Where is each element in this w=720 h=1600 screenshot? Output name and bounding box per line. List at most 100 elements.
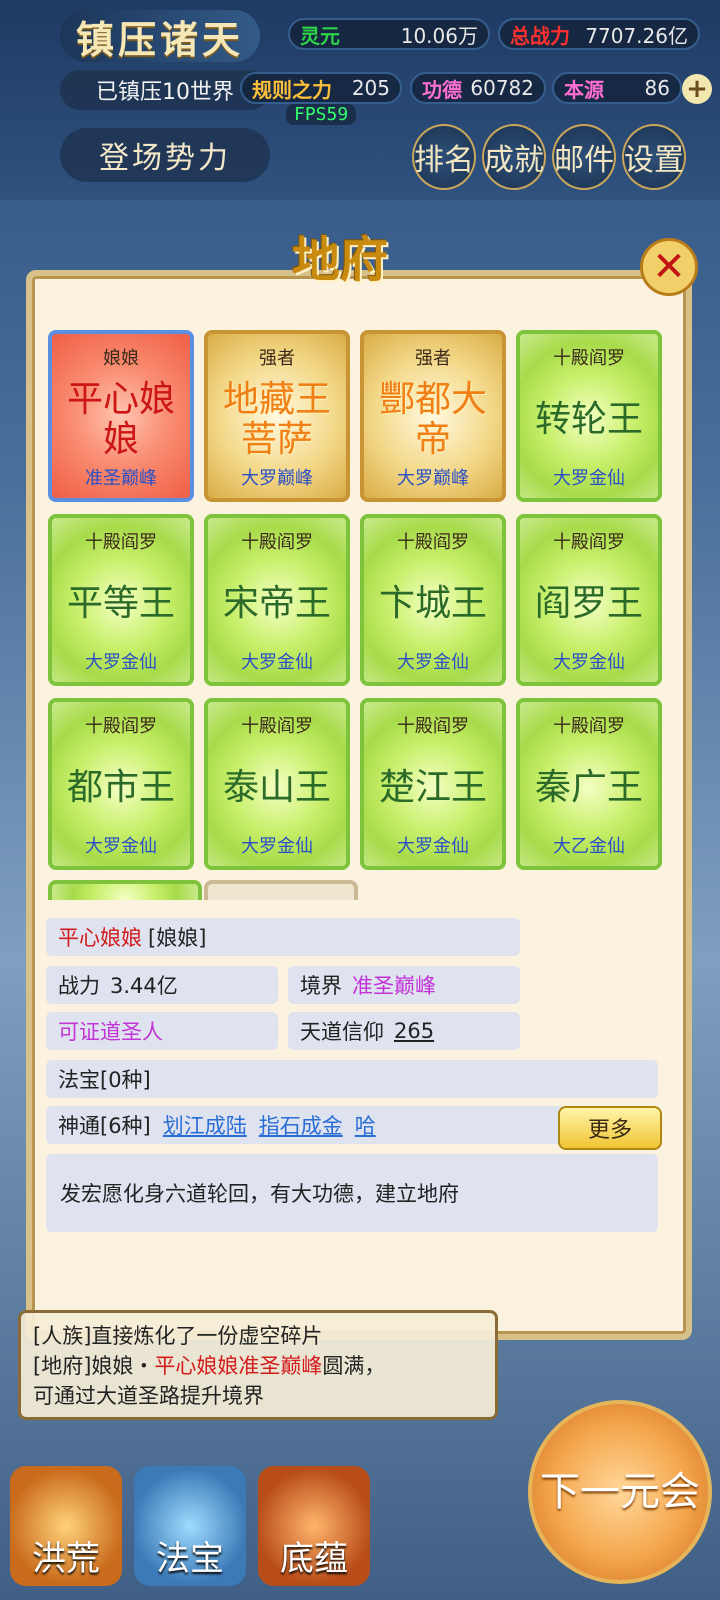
card-title: 强者 bbox=[259, 348, 295, 369]
card-title: 娘娘 bbox=[103, 348, 139, 369]
stat-merit: 功德 60782 bbox=[410, 72, 546, 104]
add-origin-button[interactable]: + bbox=[682, 74, 712, 104]
card-realm: 大罗金仙 bbox=[553, 468, 625, 489]
settings-button[interactable]: 设置 bbox=[622, 124, 686, 190]
log-line: [人族]直接炼化了一份虚空碎片 bbox=[33, 1324, 323, 1348]
character-card[interactable]: 十殿阎罗 都市王 大罗金仙 bbox=[48, 698, 194, 870]
card-title: 十殿阎罗 bbox=[397, 532, 469, 553]
card-title: 十殿阎罗 bbox=[85, 716, 157, 737]
faith-label: 天道信仰 bbox=[300, 1020, 384, 1044]
stat-value: 60782 bbox=[470, 76, 534, 100]
detail-power-row: 战力 3.44亿 bbox=[46, 966, 278, 1004]
realm-value: 准圣巅峰 bbox=[352, 974, 436, 998]
card-realm: 大罗金仙 bbox=[85, 836, 157, 857]
forces-button[interactable]: 登场势力 bbox=[60, 128, 270, 182]
card-realm: 大乙金仙 bbox=[553, 836, 625, 857]
detail-description: 发宏愿化身六道轮回，有大功德，建立地府 bbox=[46, 1154, 658, 1232]
mail-button[interactable]: 邮件 bbox=[552, 124, 616, 190]
log-line: 可通过大道圣路提升境界 bbox=[33, 1384, 264, 1408]
card-name: 酆都大帝 bbox=[378, 379, 487, 460]
card-name: 楚江王 bbox=[378, 767, 487, 808]
detail-name: 平心娘娘 bbox=[58, 926, 142, 950]
character-card[interactable]: 十殿阎罗 秦广王 大乙金仙 bbox=[516, 698, 662, 870]
card-realm: 大罗巅峰 bbox=[397, 468, 469, 489]
character-card[interactable]: 十殿阎罗 楚江王 大罗金仙 bbox=[360, 698, 506, 870]
achievement-button[interactable]: 成就 bbox=[482, 124, 546, 190]
world-title: 镇压诸天 bbox=[60, 10, 260, 62]
ranking-button[interactable]: 排名 bbox=[412, 124, 476, 190]
log-suffix: 圆满， bbox=[322, 1354, 386, 1378]
character-card[interactable]: 十殿阎罗 转轮王 大罗金仙 bbox=[516, 330, 662, 502]
detail-tag: [娘娘] bbox=[148, 926, 207, 950]
card-realm: 准圣巅峰 bbox=[85, 468, 157, 489]
card-name: 转轮王 bbox=[534, 399, 643, 440]
card-title: 十殿阎罗 bbox=[397, 716, 469, 737]
fps-counter: FPS59 bbox=[286, 104, 357, 125]
power-value: 3.44亿 bbox=[110, 974, 178, 998]
card-title: 十殿阎罗 bbox=[85, 532, 157, 553]
card-name: 泰山王 bbox=[222, 767, 331, 808]
character-card[interactable]: 十殿阎罗 泰山王 大罗金仙 bbox=[204, 698, 350, 870]
card-title: 十殿阎罗 bbox=[241, 532, 313, 553]
honghuang-button[interactable]: 洪荒 bbox=[10, 1466, 122, 1586]
power-label: 战力 bbox=[58, 974, 100, 998]
stat-value: 7707.26亿 bbox=[585, 23, 688, 48]
diyun-button[interactable]: 底蕴 bbox=[258, 1466, 370, 1586]
treasure-count: 法宝[0种] bbox=[58, 1068, 151, 1092]
card-title: 十殿阎罗 bbox=[553, 532, 625, 553]
stat-label: 灵元 bbox=[300, 23, 340, 48]
skill-link[interactable]: 划江成陆 bbox=[163, 1110, 247, 1140]
card-name: 平等王 bbox=[66, 583, 175, 624]
character-card[interactable]: 强者 地藏王菩萨 大罗巅峰 bbox=[204, 330, 350, 502]
character-card-partial[interactable] bbox=[204, 880, 358, 900]
card-name: 地藏王菩萨 bbox=[222, 379, 331, 460]
card-name: 宋帝王 bbox=[222, 583, 331, 624]
detail-faith-row: 天道信仰 265 bbox=[288, 1012, 520, 1050]
detail-sage-row: 可证道圣人 bbox=[46, 1012, 278, 1050]
card-realm: 大罗金仙 bbox=[241, 836, 313, 857]
character-card[interactable]: 娘娘 平心娘娘 准圣巅峰 bbox=[48, 330, 194, 502]
stat-label: 规则之力 bbox=[252, 77, 332, 102]
character-card[interactable]: 十殿阎罗 卞城王 大罗金仙 bbox=[360, 514, 506, 686]
card-name: 阎罗王 bbox=[534, 583, 643, 624]
card-name: 秦广王 bbox=[534, 767, 643, 808]
sage-status: 可证道圣人 bbox=[58, 1020, 163, 1044]
character-card[interactable]: 十殿阎罗 阎罗王 大罗金仙 bbox=[516, 514, 662, 686]
card-realm: 大罗金仙 bbox=[241, 652, 313, 673]
card-title: 十殿阎罗 bbox=[553, 348, 625, 369]
detail-name-row: 平心娘娘 [娘娘] bbox=[46, 918, 520, 956]
stat-origin: 本源 86 bbox=[552, 72, 682, 104]
stat-total-power: 总战力 7707.26亿 bbox=[498, 18, 700, 50]
log-prefix: [地府]娘娘・ bbox=[33, 1354, 155, 1378]
faith-value: 265 bbox=[394, 1019, 435, 1043]
character-card-partial[interactable] bbox=[48, 880, 202, 900]
detail-realm-row: 境界 准圣巅峰 bbox=[288, 966, 520, 1004]
event-log: [人族]直接炼化了一份虚空碎片 [地府]娘娘・平心娘娘准圣巅峰圆满， 可通过大道… bbox=[18, 1310, 498, 1420]
stat-label: 总战力 bbox=[510, 23, 570, 48]
stat-value: 10.06万 bbox=[400, 23, 478, 48]
next-era-button[interactable]: 下一元会 bbox=[528, 1400, 712, 1584]
dialog-title: 地府 bbox=[291, 232, 388, 288]
character-card[interactable]: 十殿阎罗 宋帝王 大罗金仙 bbox=[204, 514, 350, 686]
character-card[interactable]: 强者 酆都大帝 大罗巅峰 bbox=[360, 330, 506, 502]
card-realm: 大罗金仙 bbox=[553, 652, 625, 673]
card-name: 卞城王 bbox=[378, 583, 487, 624]
card-name: 都市王 bbox=[66, 767, 175, 808]
skill-link[interactable]: 哈 bbox=[355, 1110, 376, 1140]
log-highlight: 平心娘娘准圣巅峰 bbox=[154, 1354, 323, 1378]
close-icon[interactable]: ✕ bbox=[640, 238, 698, 296]
stat-lingyuan: 灵元 10.06万 bbox=[288, 18, 490, 50]
skill-link[interactable]: 指石成金 bbox=[259, 1110, 343, 1140]
stat-label: 本源 bbox=[564, 77, 604, 102]
fabao-button[interactable]: 法宝 bbox=[134, 1466, 246, 1586]
realm-label: 境界 bbox=[300, 974, 342, 998]
stat-value: 86 bbox=[644, 76, 670, 100]
character-card[interactable]: 十殿阎罗 平等王 大罗金仙 bbox=[48, 514, 194, 686]
card-name: 平心娘娘 bbox=[66, 379, 175, 460]
more-skills-button[interactable]: 更多 bbox=[558, 1106, 662, 1150]
card-title: 强者 bbox=[415, 348, 451, 369]
card-realm: 大罗金仙 bbox=[85, 652, 157, 673]
log-line: [地府]娘娘・平心娘娘准圣巅峰圆满， bbox=[33, 1351, 483, 1381]
stat-label: 功德 bbox=[422, 77, 462, 102]
character-grid: 娘娘 平心娘娘 准圣巅峰 强者 地藏王菩萨 大罗巅峰 强者 酆都大帝 大罗巅峰 … bbox=[46, 330, 666, 900]
